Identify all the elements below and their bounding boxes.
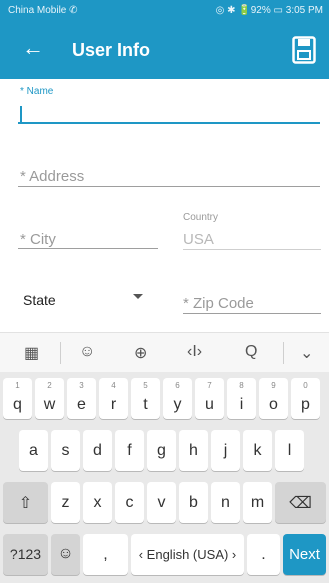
key-k[interactable]: k <box>243 430 272 471</box>
shift-icon: ⇧ <box>18 495 33 512</box>
key-q[interactable]: 1q <box>3 378 32 419</box>
app-bar: ← User Info <box>0 22 329 79</box>
shift-key[interactable]: ⇧ <box>3 482 48 523</box>
key-z[interactable]: z <box>51 482 80 523</box>
zip-label: * Zip Code <box>183 295 254 312</box>
soft-keyboard: 1q 2w 3e 4r 5t 6y 7u 8i 9o 0p a s d f g … <box>0 372 329 583</box>
key-o[interactable]: 9o <box>259 378 288 419</box>
country-field <box>183 249 321 250</box>
key-a[interactable]: a <box>19 430 48 471</box>
cursor-move-icon[interactable]: ‹I› <box>187 343 202 361</box>
key-y[interactable]: 6y <box>163 378 192 419</box>
key-r[interactable]: 4r <box>99 378 128 419</box>
name-label: * Name <box>20 86 54 97</box>
key-w[interactable]: 2w <box>35 378 64 419</box>
zip-input[interactable] <box>183 313 321 314</box>
keyboard-toolbar: ▦ ☺ ⊕ ‹I› Q ⌄ <box>0 332 329 373</box>
status-icons-time: ◎ ✱ 🔋92% ▭ 3:05 PM <box>215 5 323 16</box>
emoji-key[interactable]: ☺ <box>51 534 80 575</box>
country-value: USA <box>183 231 214 248</box>
globe-icon[interactable]: ⊕ <box>134 343 147 363</box>
key-m[interactable]: m <box>243 482 272 523</box>
name-input[interactable] <box>18 122 320 124</box>
key-b[interactable]: b <box>179 482 208 523</box>
address-input[interactable] <box>18 186 320 187</box>
key-u[interactable]: 7u <box>195 378 224 419</box>
key-e[interactable]: 3e <box>67 378 96 419</box>
key-d[interactable]: d <box>83 430 112 471</box>
key-x[interactable]: x <box>83 482 112 523</box>
key-i[interactable]: 8i <box>227 378 256 419</box>
key-j[interactable]: j <box>211 430 240 471</box>
grid-icon[interactable]: ▦ <box>24 343 39 363</box>
key-g[interactable]: g <box>147 430 176 471</box>
key-n[interactable]: n <box>211 482 240 523</box>
key-c[interactable]: c <box>115 482 144 523</box>
city-input[interactable] <box>18 248 158 249</box>
address-label: * Address <box>20 168 85 185</box>
key-f[interactable]: f <box>115 430 144 471</box>
emoji-icon[interactable]: ☺ <box>79 343 95 361</box>
divider <box>283 342 284 364</box>
divider <box>60 342 61 364</box>
key-l[interactable]: l <box>275 430 304 471</box>
symbols-key[interactable]: ?123 <box>3 534 48 575</box>
country-label: Country <box>183 212 219 223</box>
emoji-icon: ☺ <box>57 545 74 562</box>
carrier-label: China Mobile ✆ <box>8 5 78 16</box>
chevron-down-icon[interactable] <box>133 294 143 299</box>
back-arrow-icon[interactable]: ← <box>22 37 44 59</box>
key-h[interactable]: h <box>179 430 208 471</box>
city-label: * City <box>20 231 56 248</box>
key-t[interactable]: 5t <box>131 378 160 419</box>
backspace-icon: ⌫ <box>289 495 312 512</box>
next-key[interactable]: Next <box>283 534 326 575</box>
search-icon[interactable]: Q <box>245 343 257 361</box>
period-key[interactable]: . <box>247 534 280 575</box>
comma-key[interactable]: , <box>83 534 128 575</box>
key-p[interactable]: 0p <box>291 378 320 419</box>
key-v[interactable]: v <box>147 482 176 523</box>
collapse-keyboard-icon[interactable]: ⌄ <box>300 343 313 363</box>
name-cursor <box>20 106 22 122</box>
key-s[interactable]: s <box>51 430 80 471</box>
state-select[interactable]: State <box>23 292 56 308</box>
save-icon[interactable] <box>292 36 316 64</box>
backspace-key[interactable]: ⌫ <box>275 482 326 523</box>
page-title: User Info <box>72 40 151 60</box>
status-bar: China Mobile ✆ ◎ ✱ 🔋92% ▭ 3:05 PM <box>0 0 329 22</box>
space-key[interactable]: ‹ English (USA) › <box>131 534 244 575</box>
